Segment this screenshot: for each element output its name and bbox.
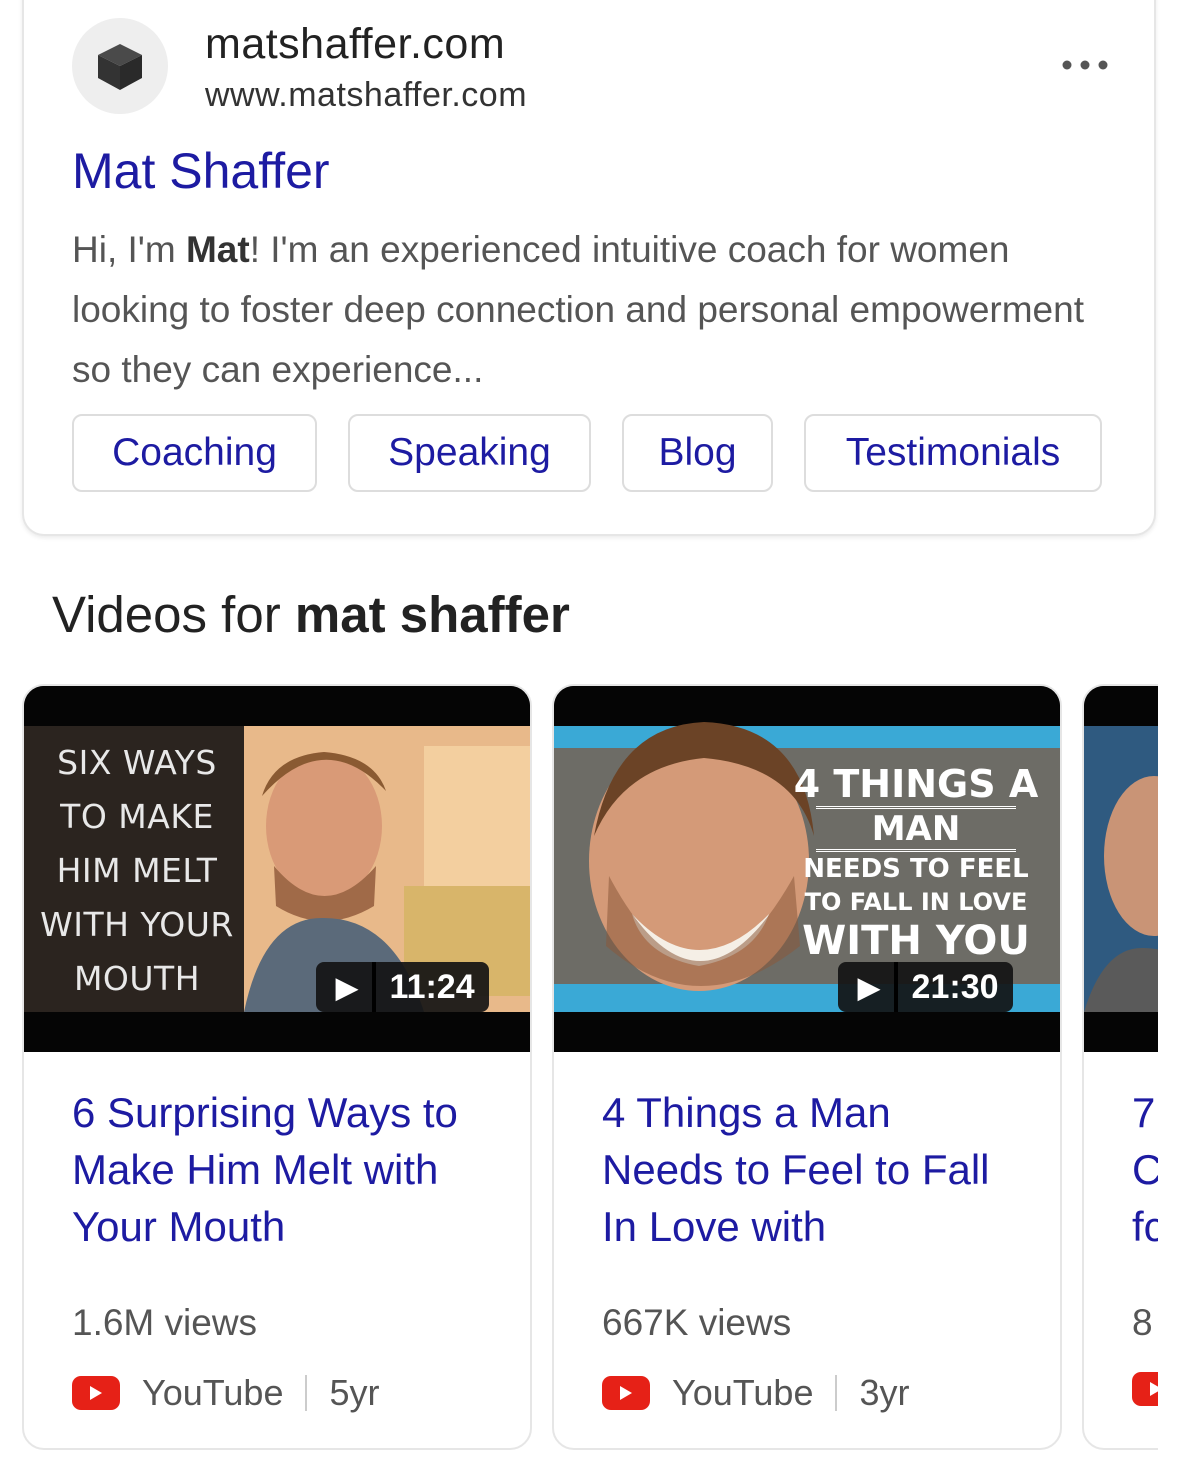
play-icon: ▶ <box>336 971 358 1003</box>
duration: 11:24 <box>389 967 475 1006</box>
video-carousel[interactable]: SIX WAYS TO MAKE HIM MELT WITH YOUR MOUT… <box>0 684 1158 1475</box>
sitelink-blog[interactable]: Blog <box>622 414 773 492</box>
source-name: YouTube <box>142 1372 284 1413</box>
site-name[interactable]: matshaffer.com <box>205 20 505 69</box>
videos-section-heading: Videos for mat shaffer <box>52 585 570 644</box>
youtube-icon <box>602 1376 650 1410</box>
video-age: 5yr <box>329 1372 380 1413</box>
video-age: 3yr <box>859 1372 910 1413</box>
sitelink-coaching[interactable]: Coaching <box>72 414 317 492</box>
thumbnail-caption: SIX WAYS TO MAKE HIM MELT WITH YOUR MOUT… <box>24 736 250 1006</box>
video-thumbnail[interactable] <box>1084 686 1158 1052</box>
thumb-line: TO MAKE <box>60 797 214 836</box>
source-name: YouTube <box>672 1372 814 1413</box>
video-thumbnail[interactable]: 4 THINGS A MAN NEEDS TO FEEL TO FALL IN … <box>554 686 1060 1052</box>
video-views: 667K views <box>602 1302 792 1343</box>
thumb-line: MOUTH <box>73 959 201 998</box>
thumb-line: WITH YOU <box>802 918 1030 964</box>
video-title-link[interactable]: 7 C fc <box>1132 1084 1158 1255</box>
video-views: 1.6M views <box>72 1302 258 1343</box>
thumbnail-caption: 4 THINGS A MAN NEEDS TO FEEL TO FALL IN … <box>776 762 1056 964</box>
result-snippet: Hi, I'm Mat! I'm an experienced intuitiv… <box>72 220 1102 400</box>
thumbnail-image <box>1084 686 1158 1052</box>
snippet-bold-name: Mat <box>185 229 250 270</box>
video-card[interactable]: SIX WAYS TO MAKE HIM MELT WITH YOUR MOUT… <box>22 684 532 1450</box>
video-source: YouTube 5yr <box>72 1372 379 1414</box>
heading-prefix: Videos for <box>52 586 295 643</box>
thumb-line: WITH YOUR <box>40 905 234 944</box>
divider <box>305 1375 308 1411</box>
play-icon: ▶ <box>858 971 880 1003</box>
result-title-link[interactable]: Mat Shaffer <box>72 142 330 200</box>
video-views: 8 <box>1132 1302 1153 1343</box>
video-title-link[interactable]: 6 Surprising Ways to Make Him Melt with … <box>72 1084 492 1255</box>
duration-badge: ▶ 21:30 <box>838 962 1013 1012</box>
duration-badge: ▶ 11:24 <box>316 962 489 1012</box>
sitelink-testimonials[interactable]: Testimonials <box>804 414 1102 492</box>
more-options-button[interactable] <box>1050 40 1120 90</box>
youtube-icon <box>72 1376 120 1410</box>
snippet-text-start: Hi, I'm <box>72 229 186 270</box>
video-source: YouTube 3yr <box>602 1372 909 1414</box>
sitelink-speaking[interactable]: Speaking <box>348 414 591 492</box>
thumb-line: TO FALL IN LOVE <box>804 888 1028 916</box>
cube-icon <box>98 44 142 90</box>
video-card[interactable]: 7 C fc 8 <box>1082 684 1158 1450</box>
thumb-line: HIM MELT <box>56 851 218 890</box>
video-title-link[interactable]: 4 Things a Man Needs to Feel to Fall In … <box>602 1084 1022 1255</box>
thumb-line: MAN <box>816 806 1016 852</box>
site-url[interactable]: www.matshaffer.com <box>205 76 527 115</box>
thumb-line: NEEDS TO FEEL <box>803 854 1029 884</box>
site-favicon[interactable] <box>72 18 168 114</box>
video-card[interactable]: 4 THINGS A MAN NEEDS TO FEEL TO FALL IN … <box>552 684 1062 1450</box>
youtube-icon <box>1132 1372 1158 1406</box>
duration: 21:30 <box>911 967 999 1006</box>
thumb-line: SIX WAYS <box>57 743 217 782</box>
more-options-icon <box>1062 60 1108 70</box>
thumb-line: 4 THINGS A <box>793 762 1039 806</box>
video-source <box>1132 1372 1158 1406</box>
divider <box>835 1375 838 1411</box>
heading-query: mat shaffer <box>294 586 570 643</box>
video-thumbnail[interactable]: SIX WAYS TO MAKE HIM MELT WITH YOUR MOUT… <box>24 686 530 1052</box>
